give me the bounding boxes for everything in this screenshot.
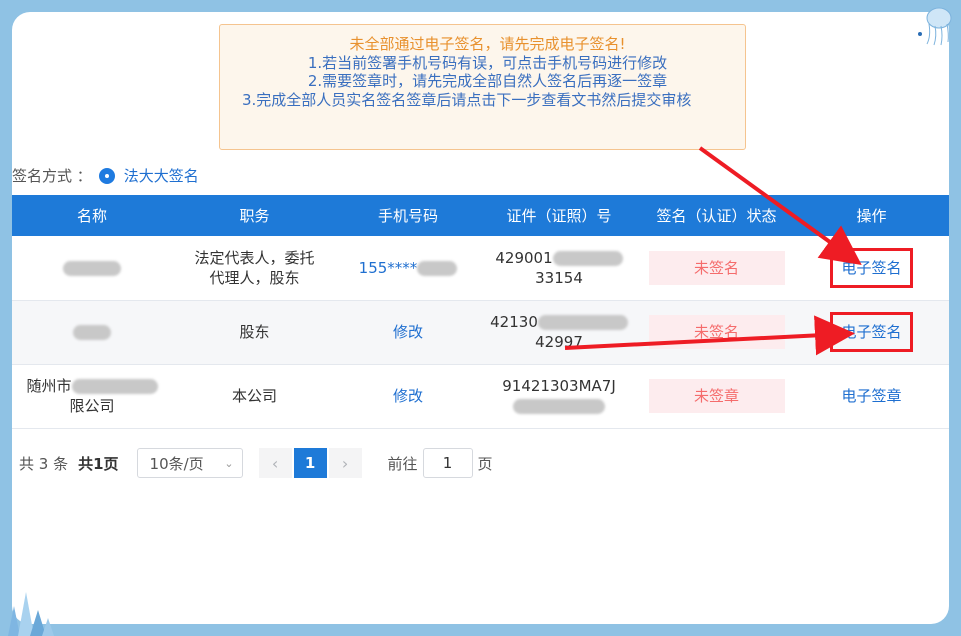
e-sign-button[interactable]: 电子签名 bbox=[830, 247, 913, 288]
name-cell: 随州市 限公司 bbox=[12, 364, 172, 429]
status-cell: 未签名 bbox=[639, 300, 794, 365]
status-cell: 未签名 bbox=[639, 236, 794, 301]
sign-method-label: 签名方式 ： bbox=[12, 167, 92, 185]
table-header: 名称 职务 手机号码 证件（证照）号 签名（认证）状态 操作 bbox=[12, 195, 949, 236]
id-cell: 42130 42997 bbox=[479, 300, 639, 365]
company-name-start: 随州市 bbox=[26, 377, 72, 395]
col-id: 证件（证照）号 bbox=[479, 195, 639, 236]
col-name: 名称 bbox=[12, 195, 172, 236]
page-number-button[interactable]: 1 bbox=[293, 448, 327, 478]
role-cell: 法定代表人，委托 代理人，股东 bbox=[172, 236, 337, 301]
company-name-end: 限公司 bbox=[69, 397, 115, 415]
status-badge: 未签章 bbox=[648, 379, 785, 413]
page-size-select[interactable]: 10条/页 ⌄ bbox=[136, 448, 243, 478]
redacted-phone bbox=[417, 260, 458, 276]
col-phone: 手机号码 bbox=[337, 195, 479, 236]
id-cell: 429001 33154 bbox=[479, 236, 639, 301]
phone-cell[interactable]: 修改 bbox=[337, 364, 479, 429]
name-cell bbox=[12, 300, 172, 365]
goto-label: 前往 bbox=[387, 454, 418, 473]
status-badge: 未签名 bbox=[648, 315, 785, 349]
col-status: 签名（认证）状态 bbox=[639, 195, 794, 236]
role-text: 代理人，股东 bbox=[209, 268, 300, 287]
notice-line-1: 1.若当前签署手机号码有误，可点击手机号码进行修改 bbox=[307, 53, 668, 72]
id-prefix: 91421303MA7J bbox=[502, 377, 616, 395]
redacted-id bbox=[552, 250, 623, 266]
notice-line-2: 2.需要签章时，请先完成全部自然人签名后再逐一签章 bbox=[307, 72, 668, 90]
prev-page-button[interactable]: ‹ bbox=[258, 448, 292, 478]
edit-phone-link[interactable]: 修改 bbox=[393, 323, 423, 341]
table-row: 股东 修改 42130 42997 未签名 电子签名 bbox=[12, 300, 949, 365]
id-prefix: 42130 bbox=[490, 313, 538, 331]
next-page-button[interactable]: › bbox=[328, 448, 362, 478]
role-cell: 本公司 bbox=[172, 364, 337, 429]
action-cell: 电子签名 bbox=[794, 236, 949, 301]
notice-title: 未全部通过电子签名，请先完成电子签名! bbox=[349, 35, 626, 53]
action-cell: 电子签名 bbox=[794, 300, 949, 365]
radio-selected-icon[interactable] bbox=[99, 168, 114, 183]
content-card: 未全部通过电子签名，请先完成电子签名! 1.若当前签署手机号码有误，可点击手机号… bbox=[12, 12, 949, 624]
goto-unit: 页 bbox=[477, 454, 493, 473]
edit-phone-link[interactable]: 修改 bbox=[393, 387, 423, 405]
notice-line-3: 3.完成全部人员实名签名签章后请点击下一步查看文书然后提交审核 bbox=[242, 90, 692, 109]
goto-page-input[interactable]: 1 bbox=[422, 448, 473, 478]
signer-table: 名称 职务 手机号码 证件（证照）号 签名（认证）状态 操作 法定代表人，委托 … bbox=[12, 195, 949, 429]
id-suffix: 33154 bbox=[535, 268, 583, 287]
action-cell: 电子签章 bbox=[794, 364, 949, 429]
col-role: 职务 bbox=[172, 195, 337, 236]
status-cell: 未签章 bbox=[639, 364, 794, 429]
role-text: 法定代表人，委托 bbox=[194, 248, 315, 267]
redacted-name bbox=[63, 260, 121, 276]
redacted-id bbox=[513, 399, 605, 414]
total-pages: 共1页 bbox=[78, 454, 119, 473]
redacted-name bbox=[71, 379, 158, 394]
phone-link[interactable]: 155**** bbox=[359, 259, 418, 277]
redacted-name bbox=[73, 325, 111, 340]
id-prefix: 429001 bbox=[495, 248, 553, 267]
status-badge: 未签名 bbox=[648, 250, 785, 285]
table-row: 法定代表人，委托 代理人，股东 155**** 429001 33154 未签名… bbox=[12, 236, 949, 301]
phone-cell[interactable]: 155**** bbox=[337, 236, 479, 301]
col-action: 操作 bbox=[794, 195, 949, 236]
chevron-right-icon: › bbox=[341, 453, 349, 473]
crystal-decoration-icon bbox=[8, 592, 54, 636]
jellyfish-decoration-icon bbox=[918, 7, 952, 46]
e-sign-button[interactable]: 电子签名 bbox=[830, 312, 913, 352]
chevron-left-icon: ‹ bbox=[271, 453, 279, 473]
e-seal-button[interactable]: 电子签章 bbox=[841, 387, 901, 405]
sign-method-option[interactable]: 法大大签名 bbox=[124, 165, 199, 186]
id-cell: 91421303MA7J bbox=[479, 364, 639, 429]
pagination: 共 3 条 共1页 10条/页 ⌄ ‹ 1 › 前往 1 页 bbox=[19, 448, 493, 478]
warning-notice: 未全部通过电子签名，请先完成电子签名! 1.若当前签署手机号码有误，可点击手机号… bbox=[219, 24, 746, 150]
page-size-value: 10条/页 bbox=[149, 454, 204, 473]
phone-cell[interactable]: 修改 bbox=[337, 300, 479, 365]
table-row: 随州市 限公司 本公司 修改 91421303MA7J 未签章 电子签章 bbox=[12, 364, 949, 429]
total-count: 共 3 条 bbox=[19, 454, 69, 473]
role-cell: 股东 bbox=[172, 300, 337, 365]
chevron-down-icon: ⌄ bbox=[224, 456, 234, 470]
name-cell bbox=[12, 236, 172, 301]
redacted-id bbox=[537, 315, 628, 330]
id-suffix: 42997 bbox=[535, 333, 583, 351]
sign-method-row: 签名方式 ： 法大大签名 bbox=[12, 165, 199, 186]
